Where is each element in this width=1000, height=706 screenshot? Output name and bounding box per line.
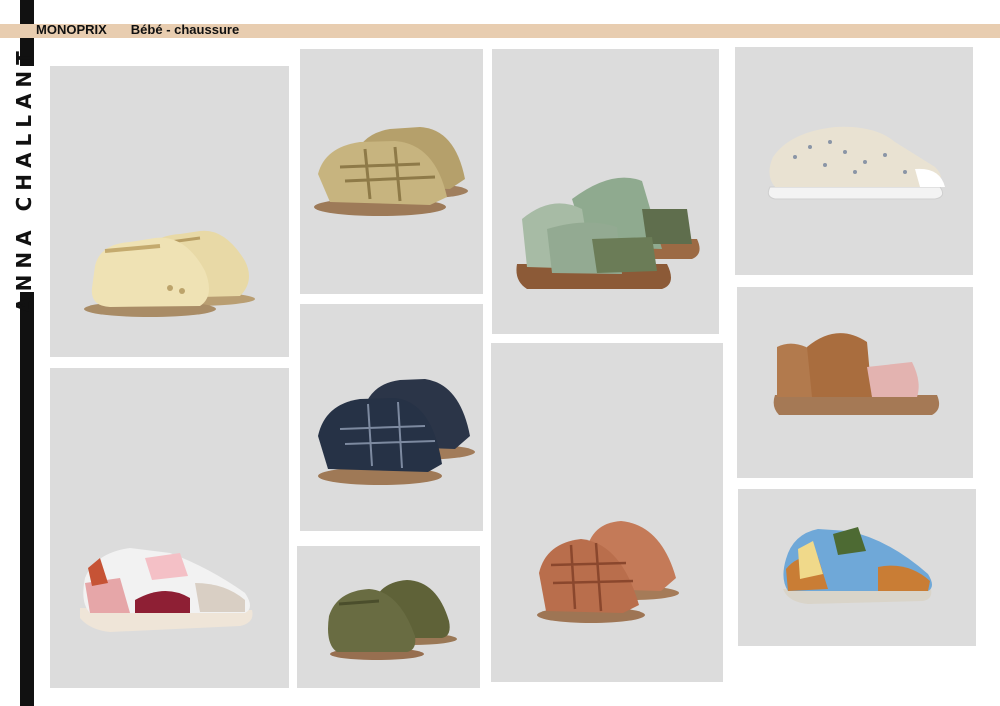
navy-sandal-icon (318, 379, 475, 485)
camel-pink-sandal-icon (773, 333, 940, 415)
product-tile-3[interactable] (492, 49, 719, 334)
designer-name: ANNA CHALLANT (12, 45, 36, 313)
brand-label: MONOPRIX (36, 22, 107, 37)
product-tile-4[interactable] (735, 47, 973, 275)
product-tile-8[interactable] (491, 343, 723, 682)
product-tile-6[interactable] (50, 368, 289, 688)
product-tile-9[interactable] (737, 287, 973, 478)
product-tile-1[interactable] (50, 66, 289, 357)
product-tile-2[interactable] (300, 49, 483, 294)
gold-sandal-icon (314, 127, 468, 216)
gold-t-bar-shoe-icon (84, 230, 255, 317)
multicolor-sneaker-icon (783, 527, 932, 604)
tan-fisherman-sandal-icon (537, 521, 679, 623)
green-strap-sandal-icon (516, 177, 700, 289)
product-tile-5[interactable] (300, 304, 483, 531)
product-tile-10[interactable] (738, 489, 976, 646)
header: MONOPRIX Bébé - chaussure (36, 22, 239, 37)
category-label: Bébé - chaussure (130, 22, 240, 37)
product-tile-7[interactable] (297, 546, 480, 688)
khaki-t-bar-shoe-icon (328, 580, 457, 660)
floral-canvas-shoe-icon (767, 126, 945, 200)
white-pink-sneaker-icon (80, 548, 253, 632)
designer-name-block: ANNA CHALLANT (12, 45, 36, 313)
